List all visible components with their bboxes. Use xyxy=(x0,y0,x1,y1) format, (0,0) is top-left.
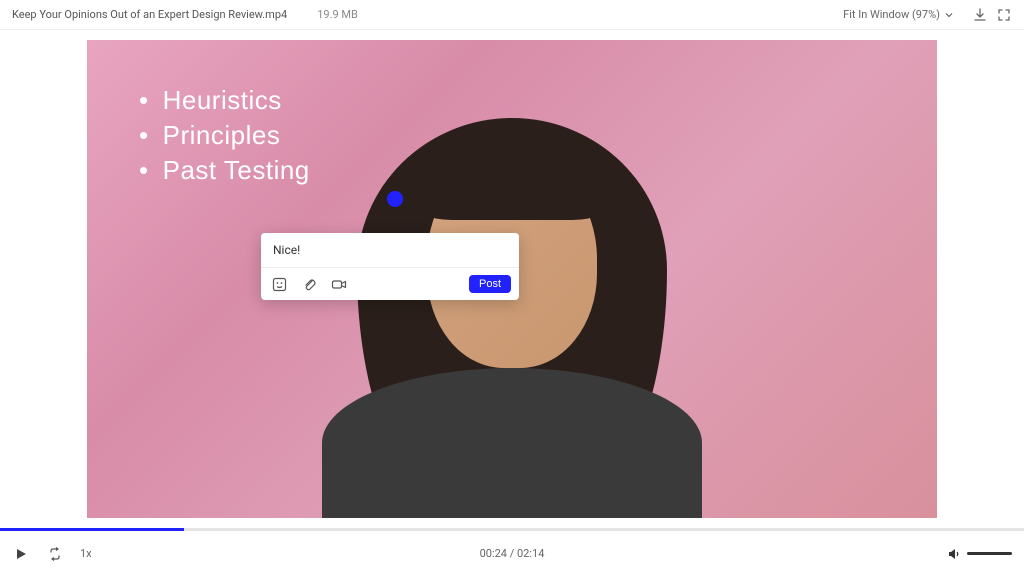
zoom-selector[interactable]: Fit In Window (97%) xyxy=(843,8,954,21)
slide-bullet: Principles xyxy=(139,120,310,151)
post-button[interactable]: Post xyxy=(469,275,511,293)
current-time: 00:24 xyxy=(480,547,507,560)
volume-control[interactable] xyxy=(947,547,1012,561)
comment-input[interactable] xyxy=(261,233,519,268)
top-bar: Keep Your Opinions Out of an Expert Desi… xyxy=(0,0,1024,30)
comment-toolbar: Post xyxy=(261,268,519,300)
slide-bullet: Heuristics xyxy=(139,85,310,116)
player-bar: 1x 00:24 / 02:14 xyxy=(0,528,1024,576)
comment-popup: Post xyxy=(261,233,519,300)
slide-bullet: Past Testing xyxy=(139,155,310,186)
player-controls: 1x 00:24 / 02:14 xyxy=(0,531,1024,576)
slide-bullet-list: Heuristics Principles Past Testing xyxy=(139,85,310,190)
download-icon[interactable] xyxy=(972,7,988,23)
time-display: 00:24 / 02:14 xyxy=(480,547,545,560)
video-area: Heuristics Principles Past Testing Post xyxy=(0,30,1024,528)
fullscreen-icon[interactable] xyxy=(996,7,1012,23)
attachment-icon[interactable] xyxy=(299,274,319,294)
file-title: Keep Your Opinions Out of an Expert Desi… xyxy=(12,8,287,21)
file-size: 19.9 MB xyxy=(317,8,358,21)
loop-icon[interactable] xyxy=(46,545,64,563)
progress-track[interactable] xyxy=(0,528,1024,531)
video-icon[interactable] xyxy=(329,274,349,294)
volume-bar[interactable] xyxy=(967,552,1012,555)
playback-speed[interactable]: 1x xyxy=(80,547,92,560)
video-frame[interactable]: Heuristics Principles Past Testing Post xyxy=(87,40,937,518)
play-icon[interactable] xyxy=(12,545,30,563)
progress-fill xyxy=(0,528,184,531)
volume-icon xyxy=(947,547,961,561)
total-time: 02:14 xyxy=(517,547,544,560)
chevron-down-icon xyxy=(944,10,954,20)
annotation-marker[interactable] xyxy=(387,191,403,207)
zoom-label: Fit In Window (97%) xyxy=(843,8,940,21)
emoji-icon[interactable] xyxy=(269,274,289,294)
